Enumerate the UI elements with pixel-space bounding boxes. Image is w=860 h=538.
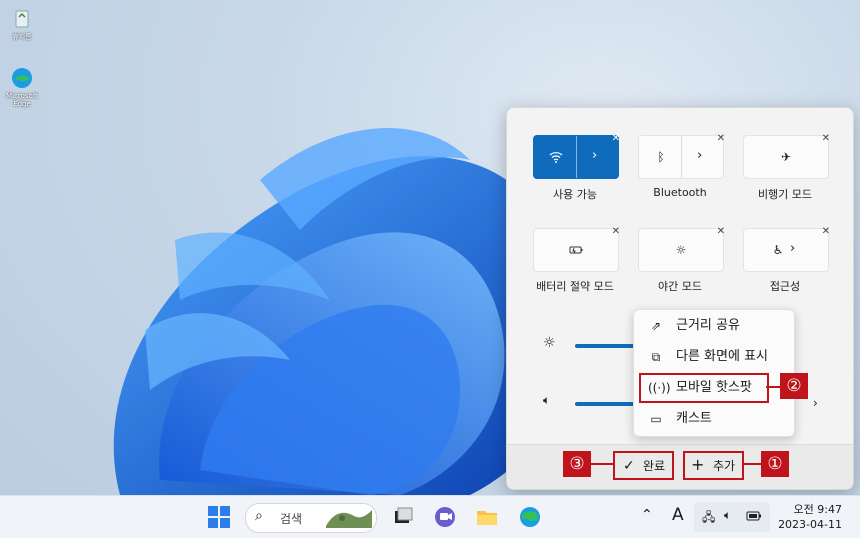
unpin-icon[interactable]: ✕ — [717, 226, 725, 237]
menu-item-label: 근거리 공유 — [676, 318, 740, 333]
battery-saver-icon — [568, 242, 584, 258]
taskbar: ⌕ 검색 ⌃ A 🖧︎ 🔈︎ 오전 9:47 2023-04-11 — [0, 495, 860, 538]
highlight-add-button — [683, 451, 744, 480]
edge-icon — [520, 507, 540, 527]
tile-airplane[interactable]: ✈ ✕ — [743, 133, 830, 179]
chevron-right-icon[interactable]: › — [697, 148, 702, 163]
edge-desktop-icon[interactable]: Microsoft Edge — [2, 66, 42, 108]
task-view-button[interactable] — [390, 504, 416, 530]
folder-icon — [477, 511, 497, 525]
network-icon: 🖧︎ — [702, 510, 716, 524]
edge-icon — [10, 66, 34, 90]
highlight-mobile-hotspot — [639, 373, 769, 403]
annotation-connector — [742, 463, 761, 465]
clock-date: 2023-04-11 — [778, 518, 842, 531]
speaker-icon: 🔈︎ — [724, 508, 732, 522]
airplane-icon: ✈ — [780, 150, 792, 164]
speaker-icon: 🔈︎ — [543, 393, 551, 407]
audio-output-chevron-icon[interactable]: › — [813, 396, 818, 410]
windows-logo-icon — [208, 506, 230, 528]
tile-wifi-label: 사용 가능 — [553, 188, 597, 201]
tile-bluetooth-label: Bluetooth — [653, 186, 707, 199]
file-explorer-button[interactable] — [474, 504, 500, 530]
project-icon: ⧉ — [651, 350, 661, 364]
menu-item-label: 캐스트 — [676, 411, 712, 426]
tile-airplane-label: 비행기 모드 — [757, 188, 813, 201]
unpin-icon[interactable]: ✕ — [822, 226, 830, 237]
night-light-icon: ☼ — [675, 243, 687, 257]
unpin-icon[interactable]: ✕ — [717, 133, 725, 144]
menu-item-project[interactable]: ⧉ 다른 화면에 표시 — [642, 345, 786, 369]
chevron-right-icon[interactable]: › — [790, 241, 795, 256]
recycle-bin-label: 휴지통 — [12, 33, 32, 41]
tile-night-light-label: 야간 모드 — [658, 280, 702, 293]
chevron-up-icon[interactable]: ⌃ — [641, 507, 653, 523]
chevron-right-icon[interactable]: › — [592, 148, 597, 163]
start-button[interactable] — [206, 504, 232, 530]
clock[interactable]: 오전 9:47 2023-04-11 — [772, 502, 842, 532]
menu-item-cast[interactable]: ▭ 캐스트 — [642, 407, 786, 431]
bluetooth-icon: ᛒ — [657, 150, 665, 164]
tile-battery-saver[interactable]: ✕ — [533, 226, 620, 272]
annotation-badge-2: ② — [780, 373, 808, 399]
quick-settings-footer: ✓ 완료 + 추가 — [507, 444, 853, 489]
tile-wifi[interactable]: › ✕ — [533, 133, 620, 179]
taskbar-search-box[interactable]: ⌕ 검색 — [245, 503, 377, 533]
accessibility-icon: ♿ — [772, 243, 784, 257]
edge-label: Microsoft Edge — [6, 92, 38, 108]
unpin-icon[interactable]: ✕ — [612, 133, 620, 144]
nearby-share-icon: ⇗ — [650, 319, 662, 333]
clock-time: 오전 9:47 — [793, 503, 842, 516]
chat-icon — [435, 507, 455, 527]
highlight-done-button — [613, 451, 674, 480]
search-label: 검색 — [280, 512, 303, 526]
menu-item-nearby-share[interactable]: ⇗ 근거리 공유 — [642, 314, 786, 338]
edge-taskbar-button[interactable] — [517, 504, 543, 530]
task-view-icon — [395, 507, 413, 523]
tile-bluetooth[interactable]: ᛒ › ✕ — [638, 133, 725, 179]
wifi-icon — [548, 149, 564, 165]
search-highlight-illustration-icon — [326, 510, 372, 528]
unpin-icon[interactable]: ✕ — [612, 226, 620, 237]
input-indicator[interactable]: A — [672, 505, 684, 525]
annotation-connector — [591, 463, 613, 465]
unpin-icon[interactable]: ✕ — [822, 133, 830, 144]
tile-accessibility[interactable]: ♿ › ✕ — [743, 226, 830, 272]
recycle-bin-desktop-icon[interactable]: 휴지통 — [2, 6, 42, 42]
search-icon: ⌕ — [255, 508, 263, 524]
tile-battery-saver-label: 배터리 절약 모드 — [536, 280, 614, 293]
teams-chat-button[interactable] — [432, 504, 458, 530]
cast-icon: ▭ — [650, 412, 662, 426]
annotation-badge-3: ③ — [563, 451, 591, 477]
menu-item-label: 다른 화면에 표시 — [676, 349, 768, 364]
sun-icon: ☼ — [543, 335, 556, 351]
annotation-connector — [766, 386, 780, 388]
tile-night-light[interactable]: ☼ ✕ — [638, 226, 725, 272]
system-tray-group[interactable]: 🖧︎ 🔈︎ — [694, 502, 770, 532]
recycle-bin-icon — [10, 6, 34, 30]
battery-icon — [746, 509, 762, 526]
tile-accessibility-label: 접근성 — [769, 280, 801, 293]
annotation-badge-1: ① — [761, 451, 789, 477]
